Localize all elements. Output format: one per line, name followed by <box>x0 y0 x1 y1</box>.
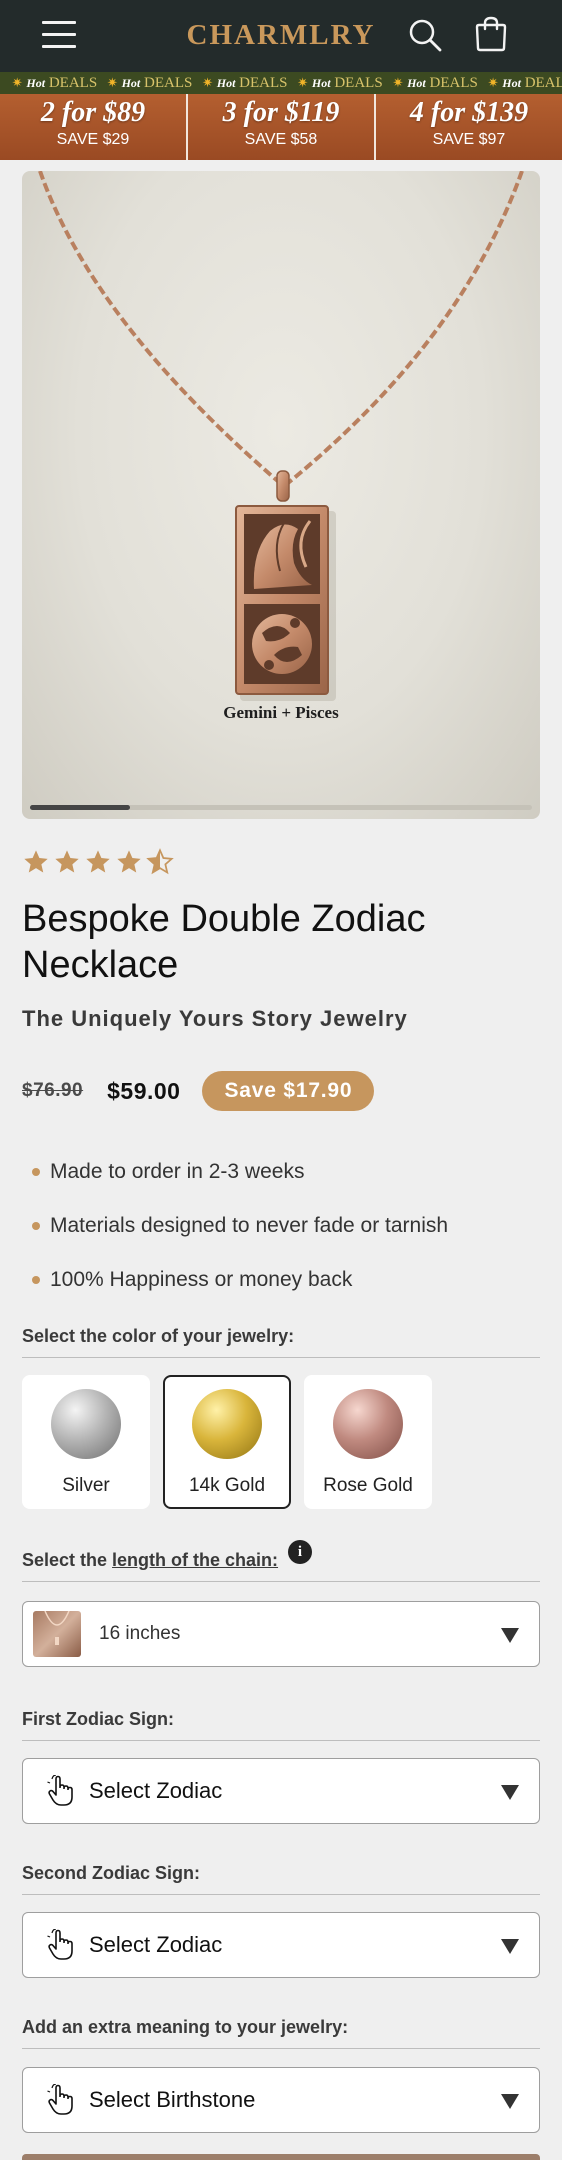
product-title: Bespoke Double Zodiac Necklace <box>22 898 426 986</box>
ticker-item: ✷ Hot DEALS <box>487 75 562 91</box>
dropdown-arrow-icon <box>501 2094 519 2109</box>
star-full-icon <box>117 850 141 873</box>
search-icon[interactable] <box>407 17 443 53</box>
chain-label-prefix: Select the <box>22 1550 113 1570</box>
second-zodiac-label: Second Zodiac Sign: <box>22 1863 540 1895</box>
pointing-hand-icon <box>47 1929 73 1960</box>
dropdown-arrow-icon <box>501 1939 519 1954</box>
next-section-edge <box>22 2154 540 2160</box>
color-section-label: Select the color of your jewelry: <box>22 1326 540 1358</box>
star-rating <box>22 848 177 878</box>
image-caption: Gemini + Pisces <box>223 703 339 722</box>
chain-length-guide-link[interactable]: length of the chain: <box>112 1550 278 1570</box>
bundle-deal-2[interactable]: 2 for $89 SAVE $29 <box>0 94 186 160</box>
ticker-item: ✷ Hot DEALS <box>106 75 193 91</box>
sale-price: $59.00 <box>107 1077 181 1104</box>
deal-offer: 2 for $89 <box>40 97 146 128</box>
bundle-deal-3[interactable]: 3 for $119 SAVE $58 <box>186 94 374 160</box>
star-half-icon <box>146 848 174 875</box>
zodiac-placeholder: Select Zodiac <box>89 1932 223 1957</box>
deal-savings: SAVE $97 <box>432 131 506 148</box>
info-icon[interactable]: i <box>288 1540 312 1564</box>
zodiac-placeholder: Select Zodiac <box>89 1778 223 1803</box>
star-full-icon <box>86 850 110 873</box>
chain-length-value: 16 inches <box>99 1623 181 1644</box>
deal-savings: SAVE $58 <box>244 131 318 148</box>
birthstone-label: Add an extra meaning to your jewelry: <box>22 2017 540 2049</box>
ticker-item: ✷ Hot DEALS <box>392 75 478 91</box>
ticker-item: ✷ Hot DEALS <box>202 75 288 91</box>
chain-length-select[interactable]: 16 inches <box>22 1601 540 1667</box>
compare-at-price: $76.90 <box>22 1080 84 1101</box>
gold-swatch-circle <box>192 1389 262 1459</box>
star-burst-icon: ✷ <box>392 75 404 90</box>
list-item: Materials designed to never fade or tarn… <box>30 1208 540 1262</box>
color-option-silver[interactable]: Silver <box>22 1375 150 1509</box>
ticker-item: ✷ Hot DEALS <box>297 75 383 91</box>
chain-length-thumbnail <box>33 1611 81 1657</box>
deal-offer: 4 for $139 <box>409 97 529 128</box>
dropdown-arrow-icon <box>501 1785 519 1800</box>
star-burst-icon: ✷ <box>11 75 23 90</box>
list-item: Made to order in 2-3 weeks <box>30 1154 540 1208</box>
cart-bag-icon[interactable] <box>473 15 509 53</box>
gallery-scrollbar[interactable] <box>30 805 532 810</box>
star-burst-icon: ✷ <box>106 75 118 90</box>
savings-badge: Save $17.90 <box>202 1071 375 1111</box>
pointing-hand-icon <box>47 2084 73 2115</box>
color-option-rose-gold[interactable]: Rose Gold <box>304 1375 432 1509</box>
color-option-label: Silver <box>62 1475 110 1496</box>
chain-thumbnail-image <box>44 1611 70 1645</box>
color-option-label: Rose Gold <box>323 1475 413 1496</box>
birthstone-select[interactable]: Select Birthstone <box>22 2067 540 2133</box>
star-burst-icon: ✷ <box>202 75 213 90</box>
star-full-icon <box>55 850 79 873</box>
star-burst-icon: ✷ <box>297 75 309 90</box>
ticker-item: ✷ Hot DEALS <box>11 75 98 91</box>
birthstone-placeholder: Select Birthstone <box>89 2087 256 2112</box>
star-burst-icon: ✷ <box>487 75 499 90</box>
color-option-label: 14k Gold <box>188 1475 266 1496</box>
color-option-14k-gold[interactable]: 14k Gold <box>163 1375 291 1509</box>
hot-deals-ticker: ✷ Hot DEALS ✷ Hot DEALS ✷ Hot DEALS ✷ Ho… <box>0 72 562 94</box>
list-item: 100% Happiness or money back <box>30 1262 540 1316</box>
color-swatch-group: Silver 14k Gold Rose Gold <box>22 1375 445 1509</box>
pointing-hand-icon <box>47 1775 73 1806</box>
deal-offer: 3 for $119 <box>222 97 340 128</box>
gallery-scroll-thumb[interactable] <box>30 805 131 810</box>
product-subtitle: The Uniquely Yours Story Jewelry <box>22 1006 408 1031</box>
star-full-icon <box>24 850 48 873</box>
second-zodiac-select[interactable]: Select Zodiac <box>22 1912 540 1978</box>
bundle-deals-banner: 2 for $89 SAVE $29 3 for $119 SAVE $58 4… <box>0 94 562 160</box>
bundle-deal-4[interactable]: 4 for $139 SAVE $97 <box>374 94 562 160</box>
price-row: $76.90 $59.00 Save $17.90 <box>22 1071 375 1111</box>
product-benefits-list: Made to order in 2-3 weeks Materials des… <box>30 1154 540 1316</box>
first-zodiac-label: First Zodiac Sign: <box>22 1709 540 1741</box>
first-zodiac-select[interactable]: Select Zodiac <box>22 1758 540 1824</box>
chain-section-label: Select the length of the chain: <box>22 1550 540 1582</box>
silver-swatch-circle <box>51 1389 121 1459</box>
rose-gold-swatch-circle <box>333 1389 403 1459</box>
deal-savings: SAVE $29 <box>56 131 130 148</box>
site-header: CHARMLRY <box>0 0 562 72</box>
dropdown-arrow-icon <box>501 1628 519 1643</box>
product-image-gallery[interactable]: Gemini + Pisces <box>22 171 540 819</box>
